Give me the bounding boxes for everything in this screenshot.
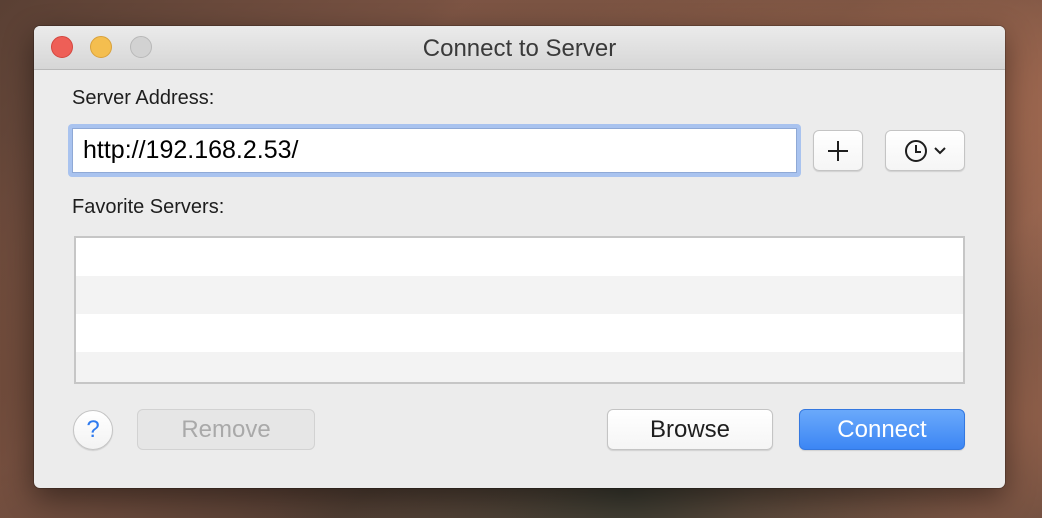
desktop-background: Connect to Server Server Address: Favori… <box>0 0 1042 518</box>
favorite-servers-label: Favorite Servers: <box>72 196 225 218</box>
clock-icon <box>905 139 927 162</box>
window-title: Connect to Server <box>422 35 617 62</box>
list-row <box>76 276 963 314</box>
add-favorite-button[interactable] <box>813 130 863 171</box>
connect-to-server-window: Connect to Server Server Address: Favori… <box>34 26 1005 488</box>
server-address-label: Server Address: <box>72 87 215 109</box>
list-row <box>76 352 963 382</box>
favorite-servers-list[interactable] <box>74 236 965 384</box>
server-address-input[interactable] <box>72 128 797 173</box>
remove-button: Remove <box>137 409 315 450</box>
plus-icon <box>828 140 848 161</box>
recent-servers-button[interactable] <box>885 130 965 171</box>
list-row <box>76 238 963 276</box>
chevron-down-icon <box>934 146 946 154</box>
connect-button[interactable]: Connect <box>799 409 965 450</box>
server-address-focus-ring <box>68 124 801 177</box>
title-bar: Connect to Server <box>34 26 1005 70</box>
list-row <box>76 314 963 352</box>
help-button[interactable]: ? <box>73 410 113 450</box>
browse-button[interactable]: Browse <box>607 409 773 450</box>
